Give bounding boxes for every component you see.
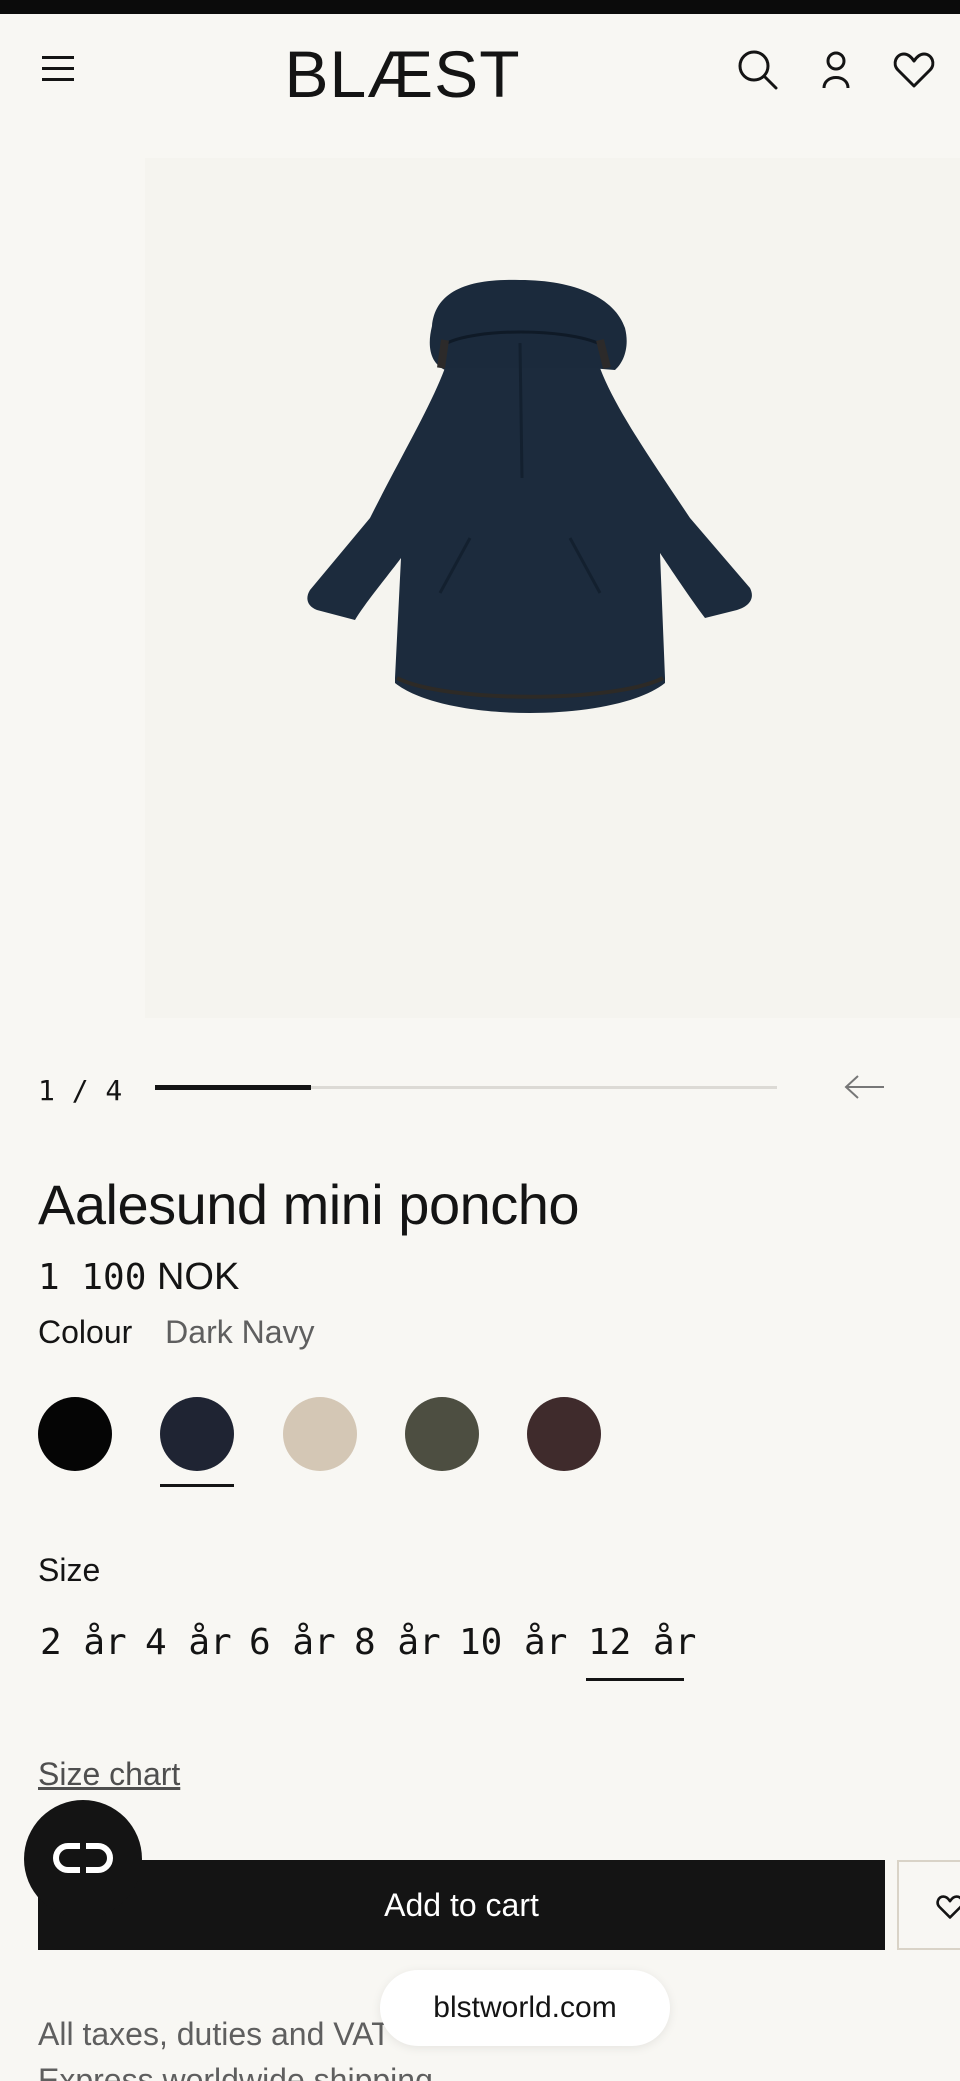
- heart-icon: [936, 1895, 960, 1919]
- size-label: Size: [38, 1552, 101, 1588]
- shipping-note: Express worldwide shipping: [38, 2062, 433, 2081]
- selected-size-indicator: [586, 1678, 684, 1681]
- size-option-4[interactable]: 4 år: [145, 1622, 232, 1663]
- size-option-8[interactable]: 8 år: [354, 1622, 441, 1663]
- colour-swatch-black[interactable]: [38, 1397, 112, 1471]
- size-chart-link[interactable]: Size chart: [38, 1756, 180, 1793]
- hamburger-menu-icon[interactable]: [40, 54, 76, 84]
- site-header: BLÆST: [0, 14, 960, 124]
- add-to-cart-button[interactable]: Add to cart: [38, 1860, 885, 1950]
- colour-swatch-brown[interactable]: [527, 1397, 601, 1471]
- size-option-10[interactable]: 10 år: [459, 1622, 567, 1663]
- tax-note: All taxes, duties and VAT: [38, 2016, 391, 2052]
- user-icon[interactable]: [810, 44, 862, 96]
- selected-colour-indicator: [160, 1484, 234, 1487]
- url-bar[interactable]: blstworld.com: [380, 1970, 670, 2046]
- search-icon[interactable]: [732, 44, 784, 96]
- colour-value: Dark Navy: [165, 1314, 315, 1350]
- colour-swatch-sand[interactable]: [283, 1397, 357, 1471]
- arrow-left-icon[interactable]: [840, 1068, 890, 1106]
- colour-row: Colour Dark Navy: [38, 1314, 315, 1351]
- brand-logo[interactable]: BLÆST: [280, 34, 525, 114]
- size-option-2[interactable]: 2 år: [40, 1622, 127, 1663]
- price-amount: 1 100: [38, 1257, 147, 1298]
- size-option-6[interactable]: 6 år: [249, 1622, 336, 1663]
- product-price: 1 100 NOK: [38, 1256, 239, 1299]
- size-option-12[interactable]: 12 år: [588, 1622, 696, 1663]
- product-title: Aalesund mini poncho: [38, 1173, 580, 1236]
- gallery-progress-fill: [155, 1085, 311, 1090]
- heart-icon[interactable]: [888, 44, 940, 96]
- gallery-progress: [155, 1085, 777, 1090]
- add-to-wishlist-button[interactable]: [897, 1860, 960, 1950]
- price-currency: NOK: [156, 1256, 240, 1298]
- product-image[interactable]: [145, 158, 960, 1018]
- poncho-illustration: [307, 279, 752, 713]
- colour-swatch-dark-navy[interactable]: [160, 1397, 234, 1471]
- chat-icon[interactable]: [24, 1800, 142, 1918]
- colour-label: Colour: [38, 1314, 133, 1350]
- gallery-counter: 1 / 4: [38, 1074, 123, 1107]
- status-bar: [0, 0, 960, 14]
- colour-swatch-olive[interactable]: [405, 1397, 479, 1471]
